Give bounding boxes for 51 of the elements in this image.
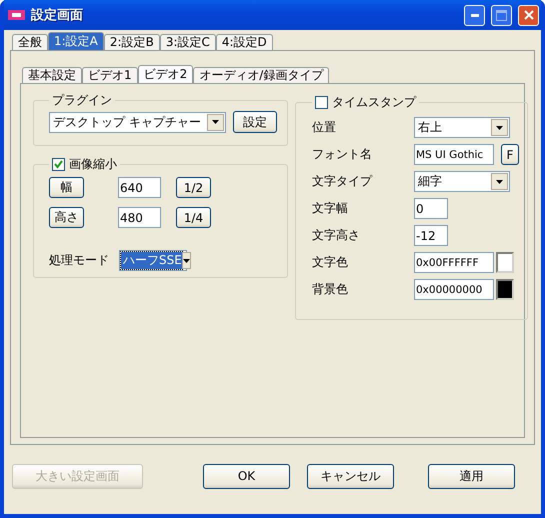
tab[interactable]: オーディオ/録画タイプ bbox=[193, 67, 330, 83]
maximize-button[interactable] bbox=[491, 4, 512, 26]
dropdown-field[interactable]: デスクトップ キャプチャー bbox=[49, 112, 226, 132]
group-label: プラグイン bbox=[51, 92, 113, 109]
checkbox-label: 画像縮小 bbox=[69, 156, 117, 173]
field-label: フォント名 bbox=[312, 146, 373, 163]
field-label: 文字タイプ bbox=[312, 173, 374, 190]
maximize-icon bbox=[496, 10, 507, 20]
dropdown-field[interactable]: 右上 bbox=[414, 117, 510, 138]
close-button[interactable] bbox=[518, 4, 539, 26]
tab[interactable]: 全般 bbox=[12, 34, 48, 50]
window-icon bbox=[8, 10, 25, 20]
field-label: 処理モード bbox=[49, 252, 110, 269]
tab[interactable]: 1:設定A bbox=[48, 32, 104, 50]
checkbox[interactable] bbox=[315, 96, 328, 109]
tab[interactable]: 3:設定C bbox=[160, 34, 216, 50]
dimension-button[interactable]: 高さ bbox=[49, 207, 84, 228]
input-field[interactable]: 0x00000000 bbox=[414, 279, 494, 300]
ratio-button[interactable]: 1/4 bbox=[176, 207, 211, 228]
input-field[interactable]: MS UI Gothic bbox=[414, 144, 494, 165]
settings-button[interactable]: 設定 bbox=[233, 111, 277, 133]
tab[interactable]: 4:設定D bbox=[216, 34, 273, 50]
field-label: 文字色 bbox=[312, 254, 349, 271]
tab[interactable]: ビデオ1 bbox=[82, 67, 138, 83]
field-label: 背景色 bbox=[312, 281, 349, 298]
input-field[interactable]: 480 bbox=[118, 207, 161, 228]
window-title: 設定画面 bbox=[31, 6, 84, 24]
minimize-button[interactable] bbox=[464, 4, 485, 26]
minimize-icon bbox=[470, 14, 478, 16]
field-label: 文字幅 bbox=[312, 200, 349, 217]
dialog-button[interactable]: OK bbox=[203, 464, 290, 488]
color-swatch[interactable] bbox=[496, 252, 514, 273]
color-swatch[interactable] bbox=[496, 279, 514, 300]
checkbox[interactable] bbox=[52, 158, 65, 171]
tab[interactable]: ビデオ2 bbox=[138, 65, 194, 83]
dialog-button[interactable]: キャンセル bbox=[307, 464, 394, 488]
dimension-button[interactable]: 幅 bbox=[49, 177, 84, 198]
input-field[interactable]: 0x00FFFFFF bbox=[414, 252, 494, 273]
close-icon bbox=[524, 10, 534, 20]
input-field[interactable]: -12 bbox=[414, 225, 448, 246]
input-field[interactable]: 640 bbox=[118, 177, 161, 198]
dialog-button[interactable]: 適用 bbox=[428, 464, 515, 488]
font-button[interactable]: F bbox=[501, 144, 519, 165]
field-label: 文字高さ bbox=[312, 227, 361, 244]
dropdown-field[interactable]: 細字 bbox=[414, 171, 510, 192]
ratio-button[interactable]: 1/2 bbox=[176, 177, 211, 198]
input-field[interactable]: 0 bbox=[414, 198, 448, 219]
field-label: 位置 bbox=[312, 119, 337, 136]
tab[interactable]: 2:設定B bbox=[104, 34, 160, 50]
tab[interactable]: 基本設定 bbox=[22, 67, 82, 83]
checkbox-label: タイムスタンプ bbox=[332, 94, 416, 111]
